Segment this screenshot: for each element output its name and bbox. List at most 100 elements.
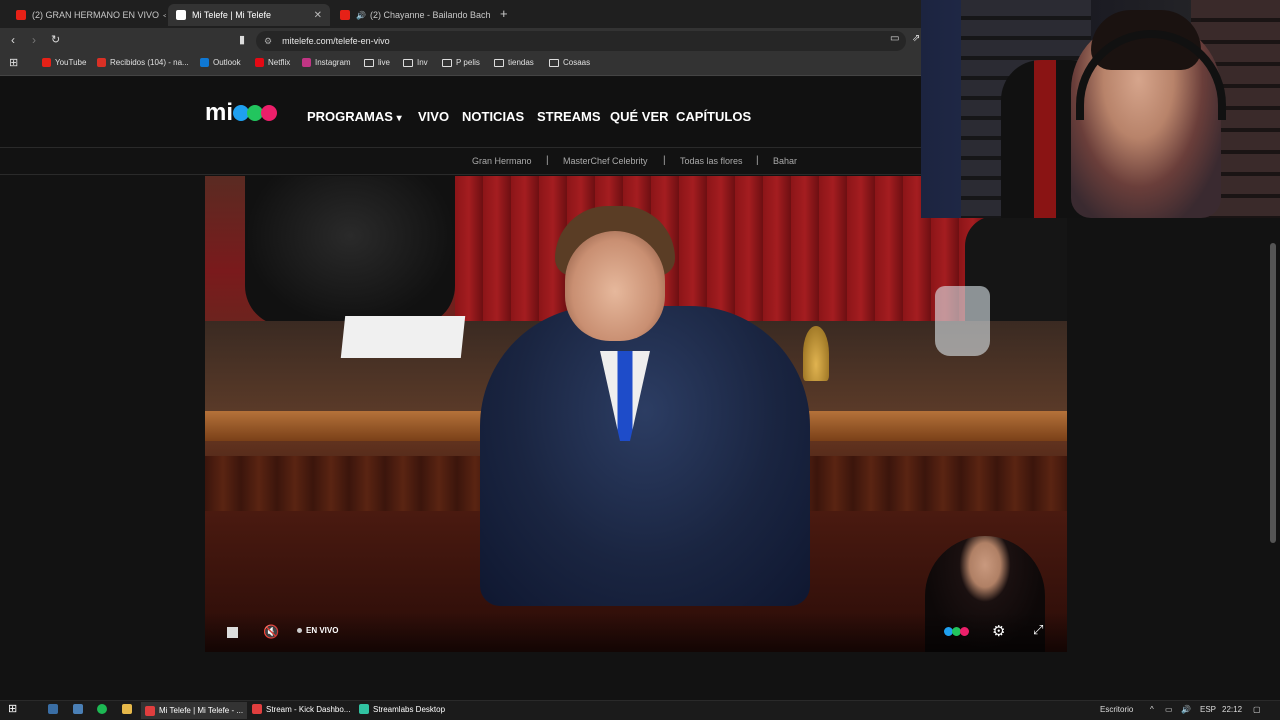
back-icon[interactable]: ‹ <box>11 33 15 47</box>
folder-icon <box>122 704 132 714</box>
reload-icon[interactable]: ↻ <box>51 33 60 46</box>
bookmark-icon[interactable]: ▮ <box>239 33 245 46</box>
nav-programas[interactable]: PROGRAMAS ▾ <box>307 109 402 124</box>
taskbar-app-label: Stream - Kick Dashbo... <box>266 704 351 714</box>
youtube-favicon-icon <box>16 10 26 20</box>
bookmark-folder-p-pelis[interactable]: P pelis <box>442 58 480 67</box>
youtube-favicon-icon <box>340 10 350 20</box>
volume-icon[interactable]: 🔊 <box>1181 705 1191 714</box>
browser-tab[interactable]: (2) GRAN HERMANO EN VIVO ◁ ✕ <box>8 4 166 26</box>
taskview-icon[interactable] <box>73 704 87 714</box>
video-bell <box>803 326 829 381</box>
windows-taskbar: ⊞ Mi Telefe | Mi Telefe - ... Stream - K… <box>0 700 1280 720</box>
live-badge: EN VIVO <box>297 626 338 635</box>
notifications-icon[interactable]: ▢ <box>1253 705 1261 714</box>
network-icon[interactable]: ▭ <box>1165 705 1173 714</box>
site-info-icon[interactable]: ⚙ <box>264 36 272 47</box>
cast-icon[interactable]: ▭ <box>890 33 899 44</box>
subnav-separator: | <box>546 155 549 166</box>
nav-noticias[interactable]: NOTICIAS <box>462 109 524 124</box>
mitelefe-logo[interactable]: mi <box>205 99 278 127</box>
folder-icon <box>549 58 559 67</box>
subnav-todas-las-flores[interactable]: Todas las flores <box>680 156 743 166</box>
file-explorer-icon[interactable] <box>48 704 62 714</box>
taskbar-app-mitelefe[interactable]: Mi Telefe | Mi Telefe - ... <box>141 702 248 719</box>
tab-title: Mi Telefe | Mi Telefe <box>192 10 272 20</box>
bookmark-folder-tiendas[interactable]: tiendas <box>494 58 534 67</box>
windows-start-icon[interactable]: ⊞ <box>8 702 17 715</box>
forward-icon[interactable]: › <box>32 33 36 47</box>
spotify-icon[interactable] <box>97 704 111 714</box>
webcam-overlay <box>921 0 1280 218</box>
subnav-gran-hermano[interactable]: Gran Hermano <box>472 156 532 166</box>
audio-playing-icon[interactable]: 🔊 <box>356 11 366 20</box>
bookmark-instagram[interactable]: Instagram <box>302 58 351 67</box>
browser-tab[interactable]: 🔊 (2) Chayanne - Bailando Bachata <box>332 4 490 26</box>
bookmark-label: P pelis <box>456 58 480 67</box>
bookmark-label: Inv <box>417 58 428 67</box>
netflix-icon <box>255 58 264 67</box>
gmail-icon <box>97 58 106 67</box>
bookmark-label: tiendas <box>508 58 534 67</box>
video-water-jug <box>935 286 990 356</box>
bookmark-label: Netflix <box>268 58 291 67</box>
address-bar[interactable]: ⚙ mitelefe.com/telefe-en-vivo <box>256 31 906 51</box>
video-paper <box>340 316 466 358</box>
taskbar-app-label: Mi Telefe | Mi Telefe - ... <box>159 706 244 715</box>
subnav-separator: | <box>663 155 666 166</box>
desktop-label[interactable]: Escritorio <box>1100 705 1133 714</box>
nav-vivo[interactable]: VIVO <box>418 109 449 124</box>
notepad-icon <box>48 704 58 714</box>
bookmark-label: Outlook <box>213 58 241 67</box>
subnav-masterchef[interactable]: MasterChef Celebrity <box>563 156 648 166</box>
logo-text: mi <box>205 99 234 126</box>
bookmark-gmail[interactable]: Recibidos (104) - na... <box>97 58 189 67</box>
subnav-bahar[interactable]: Bahar <box>773 156 797 166</box>
folder-taskbar-icon[interactable] <box>122 704 136 714</box>
bookmark-youtube[interactable]: YouTube <box>42 58 86 67</box>
chevron-up-icon[interactable]: ^ <box>1150 705 1154 714</box>
browser-tab-active[interactable]: Mi Telefe | Mi Telefe ✕ <box>168 4 330 26</box>
share-icon[interactable]: ⇗ <box>912 33 920 44</box>
page-scrollbar[interactable] <box>1270 243 1276 543</box>
nav-capitulos[interactable]: CAPÍTULOS <box>676 109 751 124</box>
live-dot-icon <box>297 628 302 633</box>
bookmark-label: Cosaas <box>563 58 591 67</box>
streamlabs-icon <box>359 704 369 714</box>
folder-icon <box>364 58 374 67</box>
chevron-down-icon: ▾ <box>396 113 402 124</box>
folder-icon <box>494 58 504 67</box>
bookmark-label: live <box>378 58 391 67</box>
nav-streams[interactable]: STREAMS <box>537 109 601 124</box>
bookmark-folder-cosaas[interactable]: Cosaas <box>549 58 590 67</box>
live-video-player[interactable]: 🔇 EN VIVO ⚙ ⤢ <box>205 176 1067 652</box>
fullscreen-icon[interactable]: ⤢ <box>1033 622 1043 638</box>
bookmark-label: Recibidos (104) - na... <box>110 58 189 67</box>
bookmark-outlook[interactable]: Outlook <box>200 58 241 67</box>
tab-title: (2) GRAN HERMANO EN VIVO <box>32 10 160 20</box>
telefe-brand-icon <box>944 627 969 636</box>
settings-gear-icon[interactable]: ⚙ <box>992 622 1005 640</box>
brave-icon <box>145 705 155 716</box>
close-tab-icon[interactable]: ✕ <box>314 10 322 21</box>
new-tab-button[interactable]: + <box>500 6 508 21</box>
outlook-icon <box>200 58 209 67</box>
subnav-separator: | <box>756 155 759 166</box>
mute-icon[interactable]: 🔇 <box>263 624 279 640</box>
language-indicator[interactable]: ESP <box>1200 705 1216 714</box>
apps-grid-icon[interactable]: ⊞ <box>9 56 18 69</box>
bookmark-folder-live[interactable]: live <box>364 58 390 67</box>
bookmark-netflix[interactable]: Netflix <box>255 58 290 67</box>
instagram-icon <box>302 58 311 67</box>
taskbar-app-kick[interactable]: Stream - Kick Dashbo... <box>252 704 350 714</box>
app-icon <box>73 704 83 714</box>
clock[interactable]: 22:12 <box>1222 705 1242 714</box>
brand-dot-pink <box>960 627 969 636</box>
stop-button[interactable] <box>227 627 238 638</box>
taskbar-app-label: Streamlabs Desktop <box>373 704 446 714</box>
nav-que-ver[interactable]: QUÉ VER <box>610 109 669 124</box>
player-controls: 🔇 EN VIVO ⚙ ⤢ <box>205 612 1067 652</box>
bookmark-folder-inv[interactable]: Inv <box>403 58 428 67</box>
playing-icon: ◁ <box>163 10 166 21</box>
taskbar-app-streamlabs[interactable]: Streamlabs Desktop <box>359 704 445 714</box>
